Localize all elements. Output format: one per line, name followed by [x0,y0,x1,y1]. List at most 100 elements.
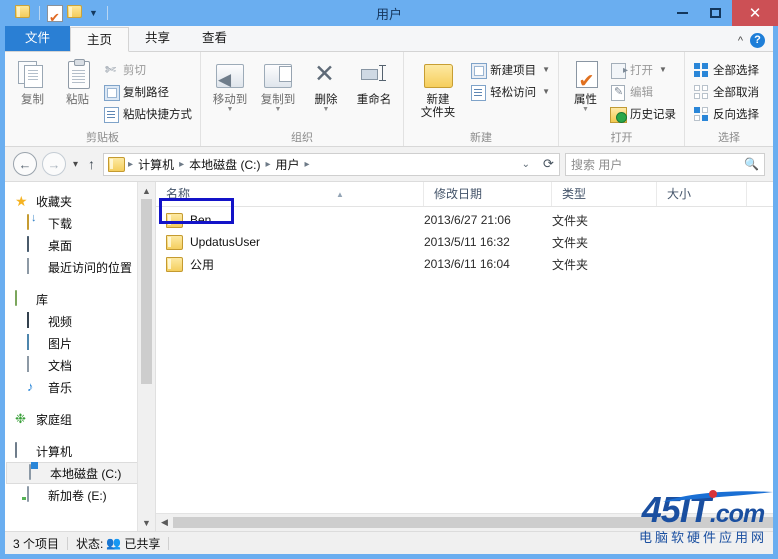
nav-root-homegroup[interactable]: ❉ 家庭组 [5,408,155,430]
nav-root-computer[interactable]: 计算机 [5,440,155,462]
file-date-cell: 2013/5/11 16:32 [424,235,510,249]
open-button[interactable]: 打开 ▼ [608,60,678,79]
nav-scroll-thumb[interactable] [141,199,152,384]
nav-item-videos[interactable]: 视频 [5,310,155,332]
cut-button[interactable]: ✄ 剪切 [101,60,194,79]
recent-locations-caret-icon[interactable]: ▾ [71,159,80,170]
hscroll-left-arrow[interactable]: ◀ [156,514,173,531]
copy-button[interactable]: 复制 [11,56,54,107]
nav-pane-scrollbar[interactable]: ▲ ▼ [137,182,155,531]
breadcrumb-sep-1[interactable]: ▸ [178,159,185,170]
hscroll-thumb[interactable] [173,517,773,528]
minimize-button[interactable] [666,0,699,26]
nav-scroll-track[interactable] [138,384,155,514]
navigation-pane: ★ 收藏夹 下载 桌面 最近访问的位置 库 视频 [5,182,155,531]
column-header-size[interactable]: 大小 [657,182,747,206]
back-button[interactable]: ← [13,152,37,176]
table-row[interactable]: 公用 2013/6/11 16:04 文件夹 [156,253,773,275]
status-divider [67,536,69,550]
delete-button[interactable]: ✕ 删除 ▼ [303,56,349,114]
qat-properties-icon[interactable] [47,4,64,23]
window-controls: ✕ [666,0,778,26]
close-button[interactable]: ✕ [732,0,778,26]
paste-shortcut-button[interactable]: 粘贴快捷方式 [101,104,194,123]
nav-item-documents[interactable]: 文档 [5,354,155,376]
breadcrumb[interactable]: ▸ 计算机 ▸ 本地磁盘 (C:) ▸ 用户 ▸ ⌄ [103,152,539,176]
nav-item-drive-e[interactable]: 新加卷 (E:) [5,484,155,506]
breadcrumb-sep-3[interactable]: ▸ [303,159,310,170]
help-icon[interactable]: ? [750,33,765,48]
tab-view[interactable]: 查看 [186,26,243,51]
table-row[interactable]: Ben 2013/6/27 21:06 文件夹 [156,209,773,231]
tab-home[interactable]: 主页 [70,27,130,52]
easy-access-button[interactable]: 轻松访问 ▼ [468,82,552,101]
file-list-horizontal-scrollbar[interactable]: ◀ [156,513,773,531]
delete-caret-icon[interactable]: ▼ [323,106,330,113]
qat-folder-icon[interactable] [15,4,32,22]
nav-item-desktop[interactable]: 桌面 [5,234,155,256]
refresh-button[interactable]: ⟳ [538,152,560,176]
pictures-icon [27,334,43,351]
status-item-count: 3 个项目 [13,536,60,551]
easy-access-caret-icon[interactable]: ▼ [542,87,550,96]
copy-to-button[interactable]: 复制到 ▼ [255,56,301,113]
breadcrumb-local-disk-c[interactable]: 本地磁盘 (C:) [187,156,262,173]
move-to-caret-icon[interactable]: ▼ [227,106,234,113]
select-all-icon [693,62,709,78]
search-input[interactable]: 搜索 用户 [571,156,740,173]
music-icon: ♪ [27,379,34,394]
new-item-caret-icon[interactable]: ▼ [542,65,550,74]
properties-button[interactable]: 属性 ▼ [565,56,606,113]
new-folder-button[interactable]: 新建 文件夹 [410,56,466,120]
status-state-value: 已共享 [124,536,161,551]
move-to-button[interactable]: ◀ 移动到 ▼ [207,56,253,113]
column-header-name[interactable]: 名称 ▲ [156,182,424,206]
ribbon: 复制 粘贴 ✄ 剪切 复制路径 粘贴快捷方式 剪贴板 ◀ 移动到 ▼ 复制到 ▼… [5,52,773,147]
breadcrumb-computer[interactable]: 计算机 [136,156,176,173]
table-row[interactable]: UpdatusUser 2013/5/11 16:32 文件夹 [156,231,773,253]
breadcrumb-sep-2[interactable]: ▸ [264,159,271,170]
paste-button[interactable]: 粘贴 [56,56,99,107]
file-name-cell[interactable]: Ben [156,212,424,228]
search-box[interactable]: 搜索 用户 🔍 [565,152,765,176]
maximize-button[interactable] [699,0,732,26]
copy-to-caret-icon[interactable]: ▼ [275,106,282,113]
nav-item-music[interactable]: ♪ 音乐 [5,376,155,398]
ribbon-group-title-clipboard: 剪贴板 [86,132,119,144]
nav-scroll-up-arrow[interactable]: ▲ [138,182,155,199]
select-none-button[interactable]: 全部取消 [691,82,761,101]
collapse-ribbon-icon[interactable]: ^ [738,35,743,47]
rename-button[interactable]: 重命名 [351,56,397,107]
properties-caret-icon[interactable]: ▼ [582,106,589,113]
select-all-button[interactable]: 全部选择 [691,60,761,79]
forward-button[interactable]: → [42,152,66,176]
nav-scroll-down-arrow[interactable]: ▼ [138,514,155,531]
tab-file[interactable]: 文件 [5,26,71,51]
history-button[interactable]: 历史记录 [608,104,678,123]
invert-selection-button[interactable]: 反向选择 [691,104,761,123]
copy-path-button[interactable]: 复制路径 [101,82,194,101]
column-header-type[interactable]: 类型 [552,182,657,206]
nav-root-libraries[interactable]: 库 [5,288,155,310]
qat-new-folder-icon[interactable] [67,4,84,22]
qat-customize-caret-icon[interactable]: ▼ [87,8,100,18]
open-caret-icon[interactable]: ▼ [659,65,667,74]
nav-item-drive-c[interactable]: 本地磁盘 (C:) [6,462,151,484]
nav-item-pictures[interactable]: 图片 [5,332,155,354]
ribbon-tab-bar-right: ^ ? [738,33,773,51]
nav-item-recent-places[interactable]: 最近访问的位置 [5,256,155,278]
edit-button[interactable]: 编辑 [608,82,678,101]
address-dropdown-icon[interactable]: ⌄ [522,159,534,170]
up-button[interactable]: ↑ [85,156,98,172]
file-date-cell: 2013/6/11 16:04 [424,257,510,271]
file-name-cell[interactable]: UpdatusUser [156,234,424,250]
column-header-date[interactable]: 修改日期 [424,182,552,206]
nav-item-downloads[interactable]: 下载 [5,212,155,234]
nav-root-favorites[interactable]: ★ 收藏夹 [5,190,155,212]
rename-icon [358,59,390,91]
tab-share[interactable]: 共享 [129,26,186,51]
breadcrumb-users[interactable]: 用户 [273,156,301,173]
new-item-button[interactable]: 新建项目 ▼ [468,60,552,79]
file-name-cell[interactable]: 公用 [156,256,424,273]
easy-access-icon [470,84,487,101]
